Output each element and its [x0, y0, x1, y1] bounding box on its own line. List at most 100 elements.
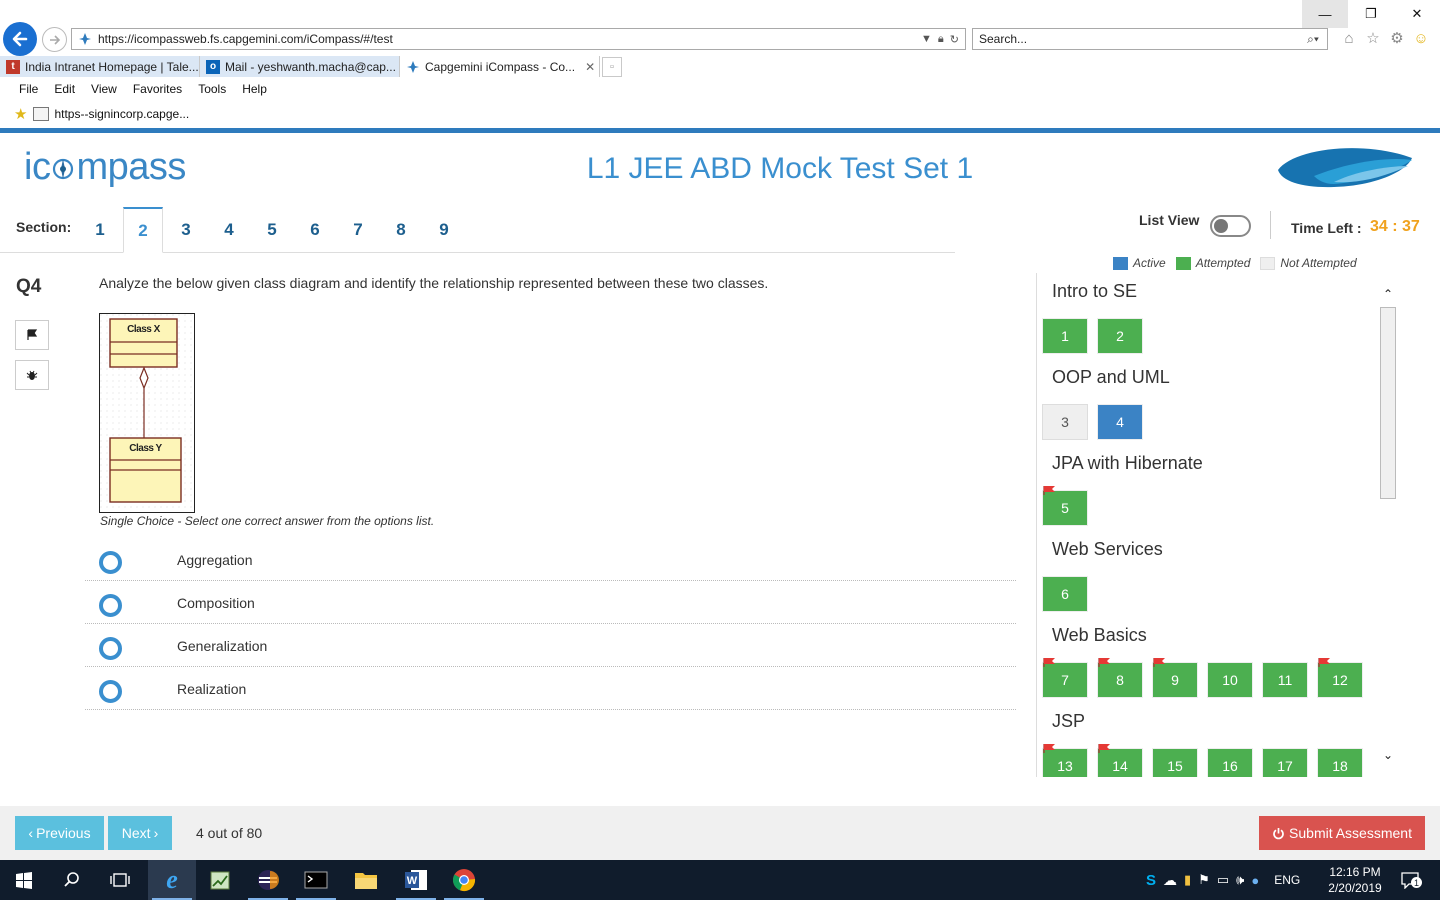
scroll-down-icon[interactable]: ⌄: [1380, 746, 1396, 764]
question-button-7[interactable]: 7: [1042, 658, 1088, 698]
question-button-label: 5: [1061, 500, 1069, 516]
forward-button[interactable]: [42, 27, 67, 52]
option-generalization[interactable]: Generalization: [85, 624, 1016, 667]
volume-icon[interactable]: 🕪︎: [1236, 872, 1244, 888]
section-tab-3[interactable]: 3: [166, 207, 206, 253]
network-icon[interactable]: ▭: [1217, 872, 1229, 888]
section-tab-6[interactable]: 6: [295, 207, 335, 253]
clock[interactable]: 12:16 PM 2/20/2019: [1322, 864, 1388, 896]
restore-button[interactable]: ❐: [1348, 0, 1394, 28]
action-center-button[interactable]: 1: [1398, 860, 1422, 900]
favorite-link[interactable]: https--signincorp.capge...: [54, 107, 189, 121]
previous-button[interactable]: ‹ Previous: [15, 816, 104, 850]
next-button[interactable]: Next ›: [108, 816, 172, 850]
favorites-star-icon[interactable]: ★: [14, 105, 27, 123]
windows-icon: [16, 872, 32, 889]
smiley-icon[interactable]: ☺: [1412, 28, 1430, 48]
taskbar-word[interactable]: W: [392, 860, 440, 900]
header-strip: [0, 128, 1440, 133]
taskbar-ie[interactable]: e: [148, 860, 196, 900]
tab-icompass[interactable]: Capgemini iCompass - Co... ✕: [400, 56, 600, 77]
option-aggregation[interactable]: Aggregation: [85, 538, 1016, 581]
search-taskbar-button[interactable]: [48, 860, 96, 900]
question-button-9[interactable]: 9: [1152, 658, 1198, 698]
question-button-8[interactable]: 8: [1097, 658, 1143, 698]
question-text: Analyze the below given class diagram an…: [99, 275, 769, 291]
question-button-16[interactable]: 16: [1207, 748, 1253, 777]
search-box[interactable]: Search... ⌕▾: [972, 28, 1328, 50]
question-button-5[interactable]: 5: [1042, 486, 1088, 526]
question-button-label: 9: [1171, 672, 1179, 688]
search-icon[interactable]: ⌕▾: [1299, 32, 1327, 47]
submit-assessment-button[interactable]: Submit Assessment: [1259, 816, 1425, 850]
option-composition[interactable]: Composition: [85, 581, 1016, 624]
menu-tools[interactable]: Tools: [198, 82, 226, 96]
menu-edit[interactable]: Edit: [54, 82, 75, 96]
section-tab-9[interactable]: 9: [424, 207, 464, 253]
taskbar-app-chart[interactable]: [196, 860, 244, 900]
question-button-11[interactable]: 11: [1262, 662, 1308, 698]
address-bar[interactable]: https://icompassweb.fs.capgemini.com/iCo…: [71, 28, 966, 50]
task-view-button[interactable]: [96, 860, 144, 900]
taskbar-chrome[interactable]: [440, 860, 488, 900]
question-button-label: 13: [1057, 758, 1073, 774]
list-view-toggle[interactable]: [1210, 215, 1251, 237]
minimize-button[interactable]: —: [1302, 0, 1348, 28]
cloud-icon[interactable]: ☁: [1163, 872, 1177, 889]
search-input[interactable]: Search...: [979, 32, 1299, 46]
section-tab-2[interactable]: 2: [123, 207, 163, 253]
menu-file[interactable]: File: [19, 82, 38, 96]
question-button-4[interactable]: 4: [1097, 404, 1143, 440]
dropdown-icon[interactable]: ▼: [921, 33, 932, 45]
question-button-1[interactable]: 1: [1042, 318, 1088, 354]
radio-button[interactable]: [99, 680, 122, 703]
section-tab-7[interactable]: 7: [338, 207, 378, 253]
skype-icon[interactable]: S: [1146, 872, 1156, 889]
menu-favorites[interactable]: Favorites: [133, 82, 182, 96]
option-realization[interactable]: Realization: [85, 667, 1016, 710]
section-tab-4[interactable]: 4: [209, 207, 249, 253]
radio-button[interactable]: [99, 594, 122, 617]
back-button[interactable]: [3, 22, 37, 56]
question-button-18[interactable]: 18: [1317, 748, 1363, 777]
question-button-13[interactable]: 13: [1042, 744, 1088, 777]
question-button-3[interactable]: 3: [1042, 404, 1088, 440]
home-icon[interactable]: ⌂: [1340, 28, 1358, 48]
menu-help[interactable]: Help: [242, 82, 267, 96]
language-indicator[interactable]: ENG: [1274, 873, 1300, 887]
taskbar-explorer[interactable]: [342, 860, 390, 900]
question-button-6[interactable]: 6: [1042, 576, 1088, 612]
taskbar-cmd[interactable]: [292, 860, 340, 900]
flag-question-button[interactable]: [15, 320, 49, 350]
tab-intranet[interactable]: t India Intranet Homepage | Tale...: [0, 56, 200, 77]
section-tab-1[interactable]: 1: [80, 207, 120, 253]
tab-mail[interactable]: o Mail - yeshwanth.macha@cap...: [200, 56, 400, 77]
star-icon[interactable]: ☆: [1364, 28, 1382, 48]
gear-icon[interactable]: ⚙: [1388, 28, 1406, 48]
globe-icon[interactable]: ●: [1251, 873, 1259, 888]
report-bug-button[interactable]: [15, 360, 49, 390]
question-button-17[interactable]: 17: [1262, 748, 1308, 777]
question-button-10[interactable]: 10: [1207, 662, 1253, 698]
flag-tray-icon[interactable]: ⚑: [1198, 872, 1210, 888]
section-tab-8[interactable]: 8: [381, 207, 421, 253]
refresh-icon[interactable]: ↻: [950, 33, 959, 46]
site-favicon-icon: [79, 33, 91, 45]
menu-view[interactable]: View: [91, 82, 117, 96]
security-icon[interactable]: ▮: [1184, 872, 1191, 888]
start-button[interactable]: [0, 860, 48, 900]
new-tab-button[interactable]: ▫: [602, 57, 622, 77]
question-button-2[interactable]: 2: [1097, 318, 1143, 354]
lock-icon[interactable]: 🔒︎: [938, 33, 944, 46]
radio-button[interactable]: [99, 637, 122, 660]
taskbar-eclipse[interactable]: [244, 860, 292, 900]
question-button-15[interactable]: 15: [1152, 748, 1198, 777]
close-window-button[interactable]: ✕: [1394, 0, 1440, 28]
question-button-14[interactable]: 14: [1097, 744, 1143, 777]
question-button-12[interactable]: 12: [1317, 658, 1363, 698]
scrollbar-thumb[interactable]: [1380, 307, 1396, 499]
section-tab-5[interactable]: 5: [252, 207, 292, 253]
scroll-up-icon[interactable]: ⌃: [1380, 285, 1396, 303]
radio-button[interactable]: [99, 551, 122, 574]
close-tab-icon[interactable]: ✕: [585, 60, 595, 74]
